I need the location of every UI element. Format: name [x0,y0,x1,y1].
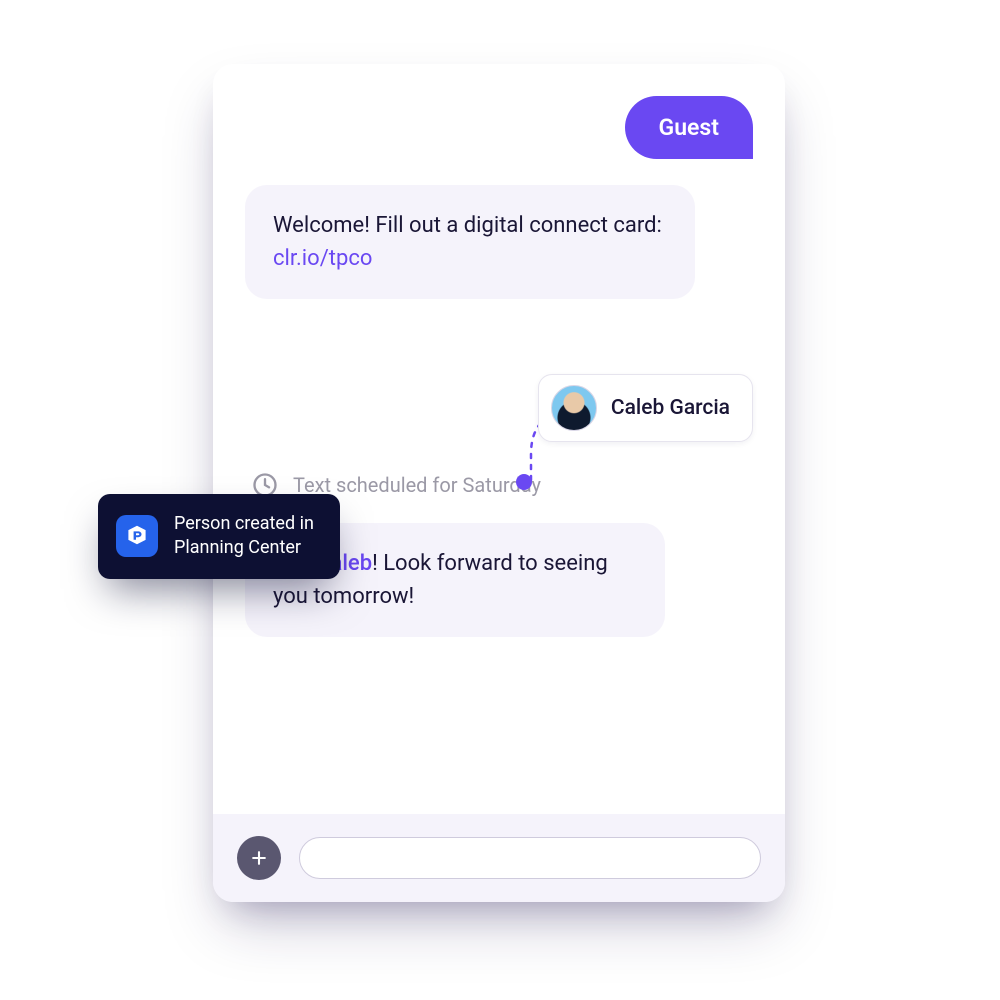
toast-line1: Person created in [174,513,314,534]
avatar [551,385,597,431]
planning-center-icon [116,515,158,557]
guest-chip[interactable]: Guest [625,96,753,159]
chip-row: Guest [245,96,753,159]
creation-toast: Person created in Planning Center [98,494,340,579]
toast-text: Person created in Planning Center [174,512,314,561]
compose-bar [213,814,785,902]
message-input[interactable] [299,837,761,879]
connector-dot [516,474,532,490]
chat-card: Guest Welcome! Fill out a digital connec… [213,64,785,902]
connect-card-link[interactable]: clr.io/tpco [273,246,372,271]
toast-line2: Planning Center [174,537,301,558]
welcome-text: Welcome! Fill out a digital connect card… [273,213,662,238]
plus-icon [249,848,269,868]
message-bubble-welcome: Welcome! Fill out a digital connect card… [245,185,695,299]
contact-card[interactable]: Caleb Garcia [538,374,753,442]
add-button[interactable] [237,836,281,880]
contact-name: Caleb Garcia [611,396,730,420]
